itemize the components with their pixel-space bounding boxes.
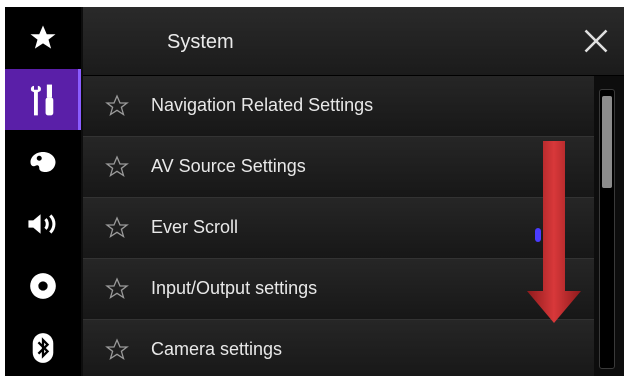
speaker-icon <box>28 213 56 234</box>
list-item-label: AV Source Settings <box>151 156 306 176</box>
settings-list: Navigation Related Settings AV Source Se… <box>83 76 594 376</box>
sidebar-item-video[interactable] <box>5 255 81 316</box>
star-icon <box>30 25 56 49</box>
list-item-label: Camera settings <box>151 339 283 359</box>
sidebar-item-theme[interactable] <box>5 131 81 192</box>
list-item-ever-scroll[interactable]: Ever Scroll <box>83 198 594 259</box>
head-unit-screen: System Navigation Related Settings AV So… <box>5 7 624 376</box>
sidebar <box>5 7 81 376</box>
header-bar: System <box>83 7 624 76</box>
sidebar-item-bluetooth[interactable] <box>5 317 81 376</box>
scroll-down-arrow-icon <box>527 141 581 323</box>
list-item-label: Ever Scroll <box>151 217 239 237</box>
close-icon[interactable] <box>582 27 610 55</box>
sidebar-item-favorites[interactable] <box>5 7 81 68</box>
list-item-input-output-settings[interactable]: Input/Output settings <box>83 259 594 320</box>
list-item-camera-settings[interactable]: Camera settings <box>83 320 594 376</box>
star-outline-icon[interactable] <box>105 338 129 362</box>
scrollbar[interactable] <box>599 89 615 369</box>
disc-icon <box>30 272 56 299</box>
scrollbar-thumb[interactable] <box>602 96 612 188</box>
list-item-navigation-settings[interactable]: Navigation Related Settings <box>83 76 594 137</box>
list-item-label: Navigation Related Settings <box>151 95 374 115</box>
star-outline-icon[interactable] <box>105 94 129 118</box>
sidebar-item-audio[interactable] <box>5 193 81 254</box>
sidebar-item-system[interactable] <box>5 69 81 130</box>
list-item-label: Input/Output settings <box>151 278 318 298</box>
page-title: System <box>167 31 234 53</box>
star-outline-icon[interactable] <box>105 216 129 240</box>
bluetooth-icon <box>32 332 54 363</box>
star-outline-icon[interactable] <box>105 277 129 301</box>
list-item-av-source-settings[interactable]: AV Source Settings <box>83 137 594 198</box>
palette-icon <box>30 151 56 172</box>
star-outline-icon[interactable] <box>105 155 129 179</box>
tools-icon <box>30 84 54 115</box>
